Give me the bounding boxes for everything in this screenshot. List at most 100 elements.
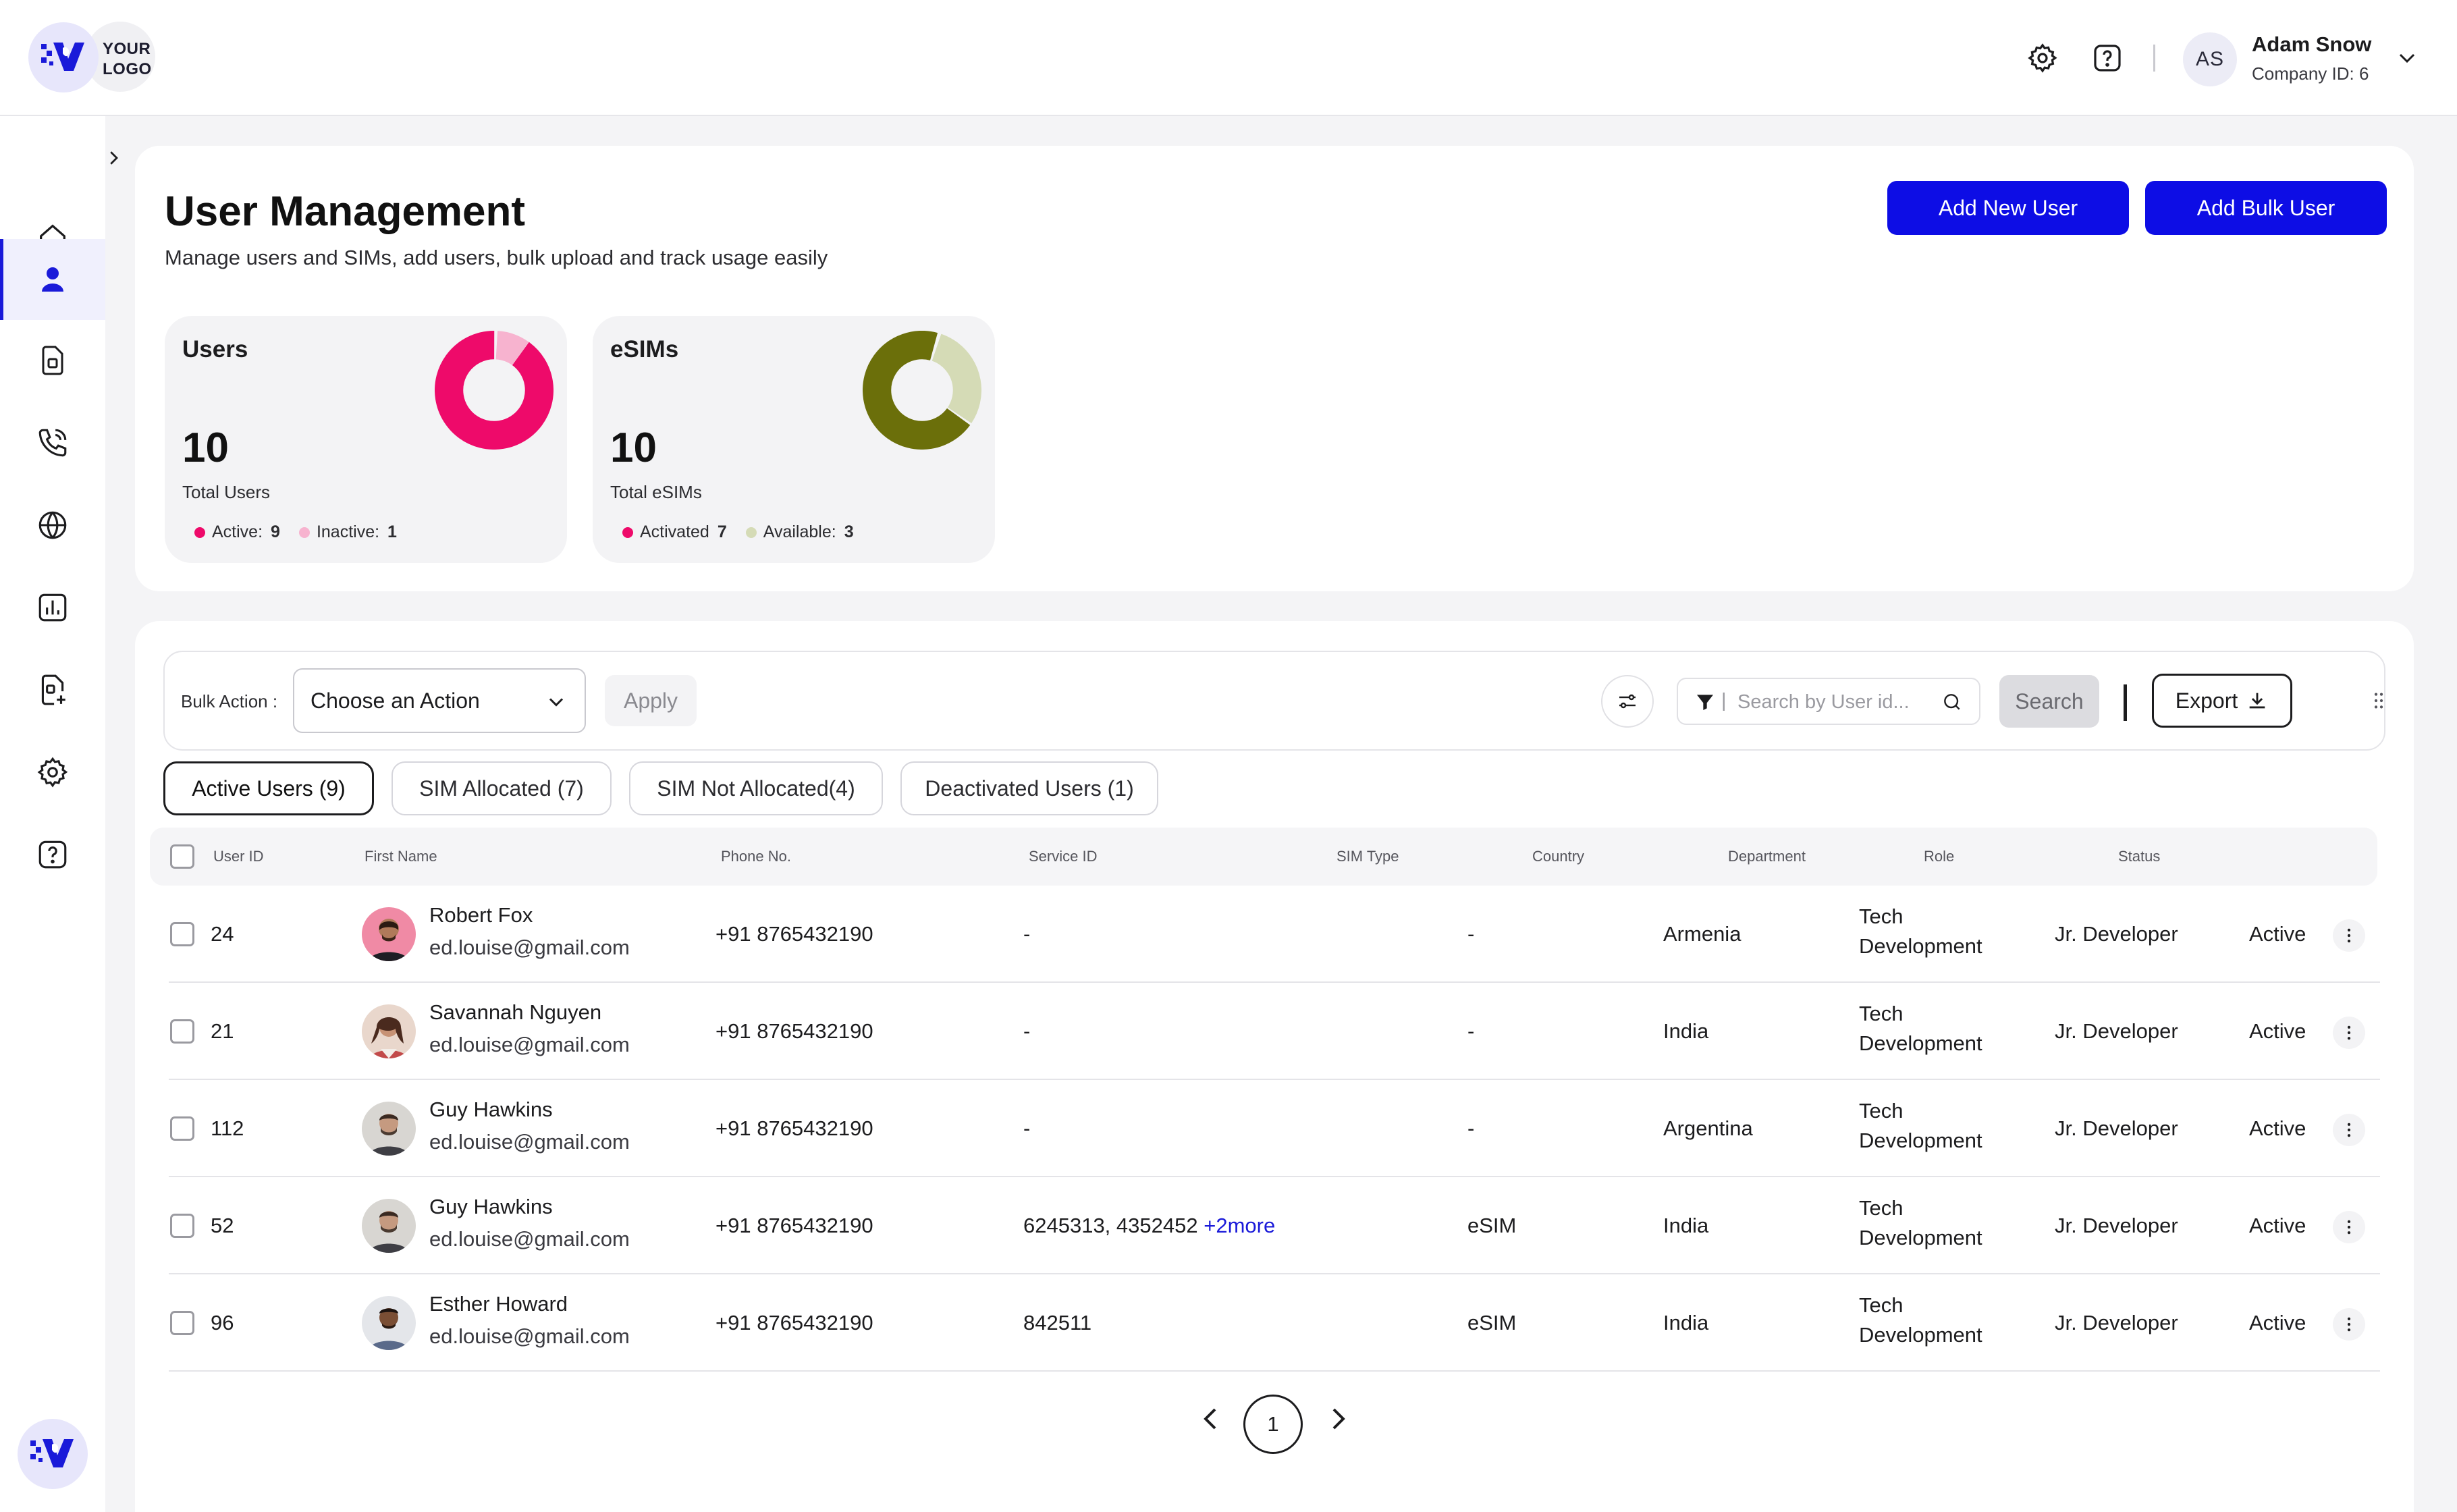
user-icon xyxy=(42,267,63,292)
drag-handle-icon[interactable] xyxy=(2368,690,2390,711)
sidebar-item-settings[interactable] xyxy=(0,732,105,813)
department-line: Development xyxy=(1859,1129,1982,1152)
column-header[interactable]: SIM Type xyxy=(1336,848,1399,865)
service-id: 842511 xyxy=(1023,1311,1091,1335)
column-header[interactable]: Role xyxy=(1924,848,1954,865)
table-row[interactable]: 112 Guy Hawkins ed.louise@gmail.com +91 … xyxy=(169,1080,2380,1177)
user-id: 24 xyxy=(211,922,234,946)
tab-sim-not-allocated[interactable]: SIM Not Allocated(4) xyxy=(629,761,883,815)
department-line: Development xyxy=(1859,1323,1982,1347)
pagination-page[interactable]: 1 xyxy=(1243,1395,1303,1454)
column-header[interactable]: Service ID xyxy=(1029,848,1097,865)
user-name[interactable]: Guy Hawkins xyxy=(429,1195,553,1219)
column-header[interactable]: Country xyxy=(1532,848,1584,865)
phone-number: +91 8765432190 xyxy=(716,1019,873,1043)
funnel-icon xyxy=(1697,695,1713,710)
column-header[interactable]: Status xyxy=(2118,848,2160,865)
role: Jr. Developer xyxy=(2055,1311,2178,1334)
table-row[interactable]: 96 Esther Howard ed.louise@gmail.com +91… xyxy=(169,1274,2380,1372)
sidebar xyxy=(0,116,105,1512)
sidebar-item-users[interactable] xyxy=(0,239,105,320)
settings-icon[interactable] xyxy=(2024,39,2061,77)
search-button[interactable]: Search xyxy=(1999,675,2099,728)
user-name[interactable]: Guy Hawkins xyxy=(429,1098,553,1122)
row-menu-button[interactable] xyxy=(2333,1308,2365,1341)
row-checkbox[interactable] xyxy=(170,1116,194,1141)
user-id: 52 xyxy=(211,1214,234,1237)
row-checkbox[interactable] xyxy=(170,1311,194,1335)
row-menu-button[interactable] xyxy=(2333,1017,2365,1049)
sliders-icon xyxy=(1619,694,1636,709)
more-vertical-icon xyxy=(2347,928,2351,943)
search-placeholder: Search by User id... xyxy=(1737,691,1910,713)
status: Active xyxy=(2249,1116,2306,1140)
users-stat-card: Users 10 Total Users Active: 9 Inactive:… xyxy=(165,316,567,563)
more-service-ids-link[interactable]: +2more xyxy=(1204,1214,1275,1237)
table-row[interactable]: 52 Guy Hawkins ed.louise@gmail.com +91 8… xyxy=(169,1177,2380,1274)
legend-label: Inactive: xyxy=(316,522,380,541)
department: Tech Development xyxy=(1859,999,1982,1058)
status: Active xyxy=(2249,1311,2306,1334)
row-menu-button[interactable] xyxy=(2333,1114,2365,1146)
row-menu-button[interactable] xyxy=(2333,1211,2365,1243)
globe-phone-icon xyxy=(38,511,67,539)
sidebar-item-roaming[interactable] xyxy=(0,485,105,566)
sidebar-item-sim[interactable] xyxy=(0,320,105,401)
row-checkbox[interactable] xyxy=(170,1019,194,1044)
table-row[interactable]: 24 Robert Fox ed.louise@gmail.com +91 87… xyxy=(169,886,2380,983)
chevron-right-icon[interactable] xyxy=(1322,1403,1354,1435)
user-avatar[interactable]: AS xyxy=(2183,32,2237,86)
table-toolbar: Bulk Action : Choose an Action Apply | S… xyxy=(163,651,2385,751)
tab-sim-allocated[interactable]: SIM Allocated (7) xyxy=(392,761,612,815)
brand-logo[interactable]: YOUR LOGO xyxy=(28,22,161,93)
logo-text-line2: LOGO xyxy=(103,60,152,78)
service-id-value: - xyxy=(1023,922,1031,946)
tab-deactivated-users[interactable]: Deactivated Users (1) xyxy=(900,761,1158,815)
chevron-down-icon[interactable] xyxy=(2394,45,2421,72)
more-vertical-icon xyxy=(2347,1123,2351,1137)
user-name[interactable]: Adam Snow xyxy=(2252,32,2371,57)
user-name[interactable]: Esther Howard xyxy=(429,1292,568,1316)
sim-add-icon xyxy=(41,674,65,705)
phone-number: +91 8765432190 xyxy=(716,1311,873,1334)
tab-active-users[interactable]: Active Users (9) xyxy=(163,761,374,815)
sidebar-item-calls[interactable] xyxy=(0,402,105,483)
chevron-left-icon[interactable] xyxy=(1195,1403,1227,1435)
export-button[interactable]: Export xyxy=(2152,674,2292,728)
add-new-user-button[interactable]: Add New User xyxy=(1887,181,2129,235)
user-name[interactable]: Savannah Nguyen xyxy=(429,1000,601,1025)
table-row[interactable]: 21 Savannah Nguyen ed.louise@gmail.com +… xyxy=(169,983,2380,1080)
country: Argentina xyxy=(1663,1116,1753,1140)
row-checkbox[interactable] xyxy=(170,922,194,946)
column-header[interactable]: Department xyxy=(1728,848,1806,865)
filter-settings-button[interactable] xyxy=(1601,675,1654,728)
sim-type: - xyxy=(1467,1116,1475,1140)
country: India xyxy=(1663,1311,1709,1334)
search-input[interactable]: | Search by User id... xyxy=(1677,678,1980,725)
sidebar-item-reports[interactable] xyxy=(0,567,105,648)
help-icon[interactable] xyxy=(2088,39,2126,77)
column-header[interactable]: Phone No. xyxy=(721,848,791,865)
sidebar-item-add-sim[interactable] xyxy=(0,649,105,730)
bar-chart-icon xyxy=(38,593,67,622)
role: Jr. Developer xyxy=(2055,1214,2178,1237)
sidebar-item-help[interactable] xyxy=(0,814,105,895)
country: Armenia xyxy=(1663,922,1742,946)
bulk-action-select[interactable]: Choose an Action xyxy=(293,668,586,733)
select-all-checkbox[interactable] xyxy=(170,844,194,869)
add-bulk-user-button[interactable]: Add Bulk User xyxy=(2145,181,2387,235)
status: Active xyxy=(2249,922,2306,946)
sidebar-collapse-toggle[interactable] xyxy=(100,139,127,177)
search-icon xyxy=(1944,694,1960,710)
legend-dot xyxy=(745,526,757,538)
apply-button[interactable]: Apply xyxy=(605,675,697,726)
row-checkbox[interactable] xyxy=(170,1214,194,1238)
column-header[interactable]: User ID xyxy=(213,848,264,865)
avatar xyxy=(362,907,416,961)
user-name[interactable]: Robert Fox xyxy=(429,903,533,927)
user-email: ed.louise@gmail.com xyxy=(429,1130,630,1154)
row-menu-button[interactable] xyxy=(2333,919,2365,952)
column-header[interactable]: First Name xyxy=(364,848,437,865)
department-line: Development xyxy=(1859,934,1982,958)
bottom-logo-icon[interactable] xyxy=(18,1419,88,1489)
